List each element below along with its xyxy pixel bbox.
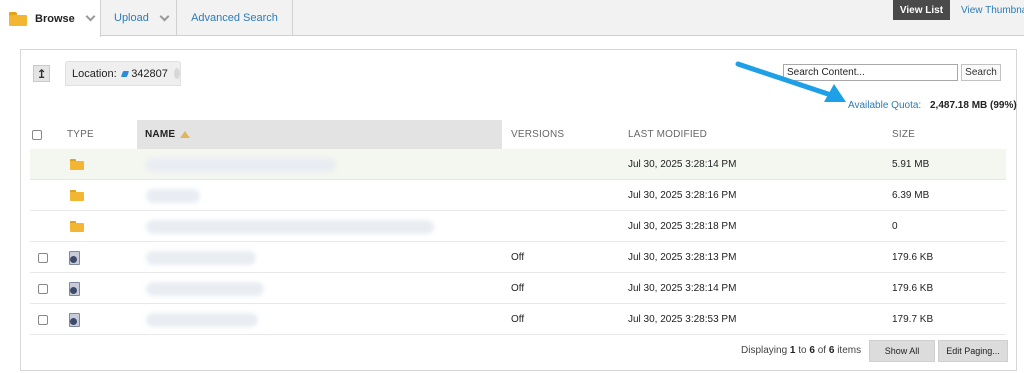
- view-list-button[interactable]: View List: [893, 0, 950, 20]
- col-type[interactable]: TYPE: [67, 120, 94, 149]
- folder-icon: [70, 159, 84, 170]
- table-row[interactable]: Off Jul 30, 2025 3:28:53 PM 179.7 KB: [30, 304, 1006, 335]
- view-thumbnails-link[interactable]: View Thumbnails: [961, 5, 1024, 16]
- tab-bar: Browse Upload Advanced Search: [0, 0, 1024, 37]
- paging-summary: Displaying 1 to 6 of 6 items: [741, 345, 861, 356]
- select-all-checkbox[interactable]: [32, 129, 42, 140]
- displaying-prefix: Displaying: [741, 345, 788, 356]
- col-last-modified[interactable]: LAST MODIFIED: [628, 120, 707, 149]
- search-button[interactable]: Search: [961, 64, 1001, 81]
- table-row[interactable]: Jul 30, 2025 3:28:14 PM 5.91 MB: [30, 149, 1006, 180]
- col-size[interactable]: SIZE: [892, 120, 915, 149]
- row-checkbox[interactable]: [38, 314, 48, 325]
- paging-of-word: of: [817, 345, 827, 356]
- size-cell: 0: [892, 221, 898, 232]
- folder-icon: [9, 11, 27, 26]
- file-icon: [68, 313, 80, 327]
- col-versions[interactable]: VERSIONS: [511, 120, 564, 149]
- paging-total: 6: [828, 345, 835, 356]
- modified-cell: Jul 30, 2025 3:28:18 PM: [628, 221, 737, 232]
- modified-cell: Jul 30, 2025 3:28:14 PM: [628, 159, 737, 170]
- file-icon: [68, 251, 80, 265]
- col-name-label: NAME: [145, 129, 176, 140]
- chevron-down-icon[interactable]: [85, 11, 96, 22]
- tab-browse-label: Browse: [35, 12, 75, 25]
- location-value[interactable]: 342807: [131, 68, 168, 80]
- annotation-arrow-icon: [735, 61, 846, 102]
- folder-icon: [70, 221, 84, 232]
- file-name-redacted[interactable]: [146, 188, 200, 203]
- file-name-redacted[interactable]: [146, 219, 434, 234]
- sort-ascending-icon: [180, 131, 191, 138]
- up-folder-button[interactable]: ↥: [33, 65, 50, 82]
- versions-cell: Off: [511, 252, 525, 263]
- size-cell: 6.39 MB: [892, 190, 930, 201]
- location-label: Location:: [72, 67, 117, 80]
- modified-cell: Jul 30, 2025 3:28:13 PM: [628, 252, 737, 263]
- quota-info: Available Quota: 2,487.18 MB (99%): [848, 100, 1017, 111]
- select-all-cell: [32, 120, 42, 149]
- table-header: TYPE NAME VERSIONS LAST MODIFIED SIZE: [30, 120, 1006, 149]
- modified-cell: Jul 30, 2025 3:28:14 PM: [628, 283, 737, 294]
- up-arrow-icon: ↥: [36, 66, 47, 81]
- tab-advanced-search[interactable]: Advanced Search: [177, 0, 293, 36]
- col-name[interactable]: NAME: [137, 120, 502, 149]
- modified-cell: Jul 30, 2025 3:28:16 PM: [628, 190, 737, 201]
- edit-paging-button[interactable]: Edit Paging...: [938, 340, 1008, 362]
- quota-label[interactable]: Available Quota:: [848, 100, 921, 111]
- show-all-button[interactable]: Show All: [869, 340, 935, 362]
- row-checkbox[interactable]: [38, 283, 48, 294]
- chevron-down-icon[interactable]: [159, 11, 170, 21]
- tab-upload[interactable]: Upload: [101, 0, 177, 36]
- file-icon: [68, 282, 80, 296]
- size-cell: 179.6 KB: [892, 283, 934, 294]
- file-name-redacted[interactable]: [146, 250, 256, 265]
- file-name-redacted[interactable]: [146, 281, 264, 296]
- file-name-redacted[interactable]: [146, 157, 336, 172]
- modified-cell: Jul 30, 2025 3:28:53 PM: [628, 314, 737, 325]
- tab-upload-label: Upload: [114, 12, 149, 24]
- location-menu-icon[interactable]: [173, 68, 180, 79]
- row-checkbox[interactable]: [38, 252, 48, 263]
- quota-value: 2,487.18 MB (99%): [929, 100, 1017, 111]
- table-row[interactable]: Off Jul 30, 2025 3:28:13 PM 179.6 KB: [30, 242, 1006, 273]
- paging-items-word: items: [837, 345, 862, 356]
- size-cell: 179.6 KB: [892, 252, 934, 263]
- paging-to-word: to: [798, 345, 807, 356]
- location-breadcrumb: Location: 342807: [65, 61, 181, 86]
- table-row[interactable]: Jul 30, 2025 3:28:18 PM 0: [30, 211, 1006, 242]
- size-cell: 5.91 MB: [892, 159, 930, 170]
- table-row[interactable]: Off Jul 30, 2025 3:28:14 PM 179.6 KB: [30, 273, 1006, 304]
- paging-from: 1: [789, 345, 796, 356]
- course-icon: [120, 70, 129, 77]
- versions-cell: Off: [511, 314, 525, 325]
- table-row[interactable]: Jul 30, 2025 3:28:16 PM 6.39 MB: [30, 180, 1006, 211]
- versions-cell: Off: [511, 283, 525, 294]
- size-cell: 179.7 KB: [892, 314, 934, 325]
- file-name-redacted[interactable]: [146, 312, 258, 327]
- paging-to: 6: [809, 345, 815, 356]
- folder-icon: [70, 190, 84, 201]
- tab-browse[interactable]: Browse: [0, 0, 101, 37]
- tab-advanced-search-label: Advanced Search: [191, 12, 278, 24]
